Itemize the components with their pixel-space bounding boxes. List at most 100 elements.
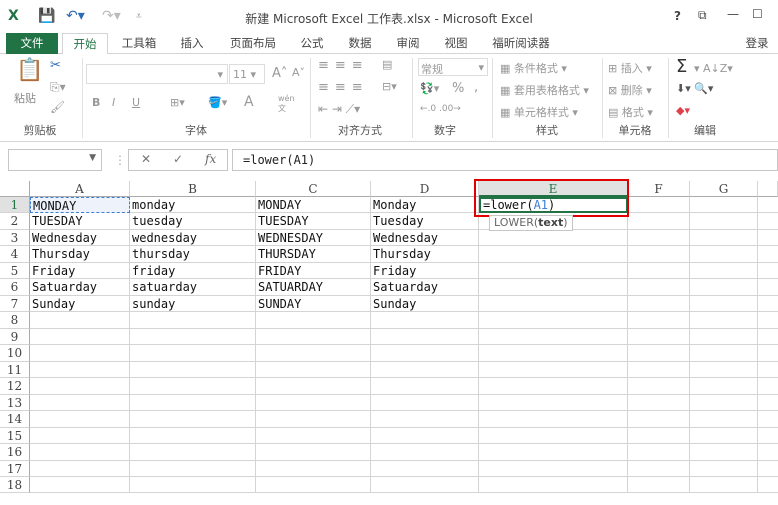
row-header-16[interactable]: 16 — [0, 444, 30, 461]
cell-g2[interactable] — [690, 213, 758, 230]
cell-e12[interactable] — [479, 378, 628, 395]
help-button[interactable]: ? — [674, 9, 681, 23]
wrap-text-icon[interactable]: ▤ — [382, 58, 392, 71]
cell-g9[interactable] — [690, 328, 758, 346]
cell-g3[interactable] — [690, 229, 758, 247]
cell-d10[interactable] — [371, 345, 479, 362]
cell-h16[interactable] — [758, 444, 778, 461]
vertical-align-icons[interactable]: ≡≡≡ — [318, 58, 369, 73]
cell-f13[interactable] — [628, 394, 690, 412]
cell-c13[interactable] — [256, 394, 371, 412]
cell-c11[interactable] — [256, 361, 371, 379]
cell-h3[interactable] — [758, 230, 778, 247]
cell-e7[interactable] — [479, 295, 628, 313]
format-as-table-button[interactable]: ▦ 套用表格格式 ▾ — [500, 82, 589, 98]
cell-b12[interactable] — [130, 378, 256, 395]
number-format-box[interactable]: 常规 ▾ — [418, 58, 488, 76]
cell-f14[interactable] — [628, 411, 690, 428]
cell-c6[interactable]: SATUARDAY — [256, 279, 371, 296]
cell-c16[interactable] — [256, 444, 371, 461]
row-header-15[interactable]: 15 — [0, 427, 30, 445]
cell-a3[interactable]: Wednesday — [30, 229, 130, 247]
format-painter-icon[interactable]: 🖌 — [50, 100, 65, 114]
cell-b1[interactable]: monday — [130, 197, 256, 214]
cell-h7[interactable] — [758, 296, 778, 313]
cell-b16[interactable] — [130, 444, 256, 461]
cell-h2[interactable] — [758, 213, 778, 230]
cell-g1[interactable] — [690, 197, 758, 214]
conditional-format-button[interactable]: ▦ 条件格式 ▾ — [500, 60, 567, 76]
paste-button[interactable]: 粘贴 — [14, 90, 36, 106]
cell-a9[interactable] — [30, 328, 130, 346]
cell-g8[interactable] — [690, 312, 758, 329]
cell-c8[interactable] — [256, 312, 371, 329]
autosum-button[interactable]: Σ — [676, 56, 687, 77]
cell-b17[interactable] — [130, 460, 256, 477]
merge-center-icon[interactable]: ⊟▾ — [382, 80, 397, 93]
cell-e3[interactable] — [479, 229, 628, 247]
cell-d5[interactable]: Friday — [371, 262, 479, 280]
cell-e5[interactable] — [479, 262, 628, 280]
cell-c9[interactable] — [256, 328, 371, 346]
cell-f15[interactable] — [628, 427, 690, 445]
cell-h12[interactable] — [758, 378, 778, 395]
cell-d13[interactable] — [371, 394, 479, 412]
cell-g17[interactable] — [690, 460, 758, 477]
cell-g6[interactable] — [690, 279, 758, 296]
ribbon-display-button[interactable]: ⧉ — [698, 8, 707, 23]
cell-b9[interactable] — [130, 328, 256, 346]
cell-a12[interactable] — [30, 378, 130, 395]
formula-input[interactable]: =lower(A1) — [232, 149, 778, 171]
cell-f5[interactable] — [628, 262, 690, 280]
cell-c5[interactable]: FRIDAY — [256, 262, 371, 280]
cell-a6[interactable]: Satuarday — [30, 279, 130, 296]
cell-c10[interactable] — [256, 345, 371, 362]
cell-g11[interactable] — [690, 361, 758, 379]
cell-a4[interactable]: Thursday — [30, 246, 130, 263]
cell-b14[interactable] — [130, 411, 256, 428]
tab-review[interactable]: 审阅 — [388, 33, 428, 54]
select-all-button[interactable] — [0, 181, 30, 197]
cell-f12[interactable] — [628, 378, 690, 395]
cell-a14[interactable] — [30, 411, 130, 428]
cell-d12[interactable] — [371, 378, 479, 395]
cell-f10[interactable] — [628, 345, 690, 362]
cell-d9[interactable] — [371, 328, 479, 346]
cell-e6[interactable] — [479, 279, 628, 296]
tab-file[interactable]: 文件 — [6, 33, 58, 54]
cell-g10[interactable] — [690, 345, 758, 362]
name-box[interactable]: ▼ — [8, 149, 102, 171]
cell-h4[interactable] — [758, 246, 778, 263]
indent-icons[interactable]: ⇤ ⇥ ⟋▾ — [318, 102, 360, 117]
font-color-button[interactable]: A — [244, 94, 254, 110]
cell-a16[interactable] — [30, 444, 130, 461]
insert-cells-button[interactable]: ⊞ 插入 ▾ — [608, 60, 652, 76]
decimal-icons[interactable]: ←.0 .00→ — [420, 104, 461, 114]
clear-icon[interactable]: ◆▾ — [676, 104, 690, 117]
cell-d17[interactable] — [371, 460, 479, 477]
cell-d4[interactable]: Thursday — [371, 246, 479, 263]
cell-a8[interactable] — [30, 312, 130, 329]
column-header-d[interactable]: D — [371, 181, 479, 197]
maximize-button[interactable]: ☐ — [752, 7, 763, 21]
tab-toolbox[interactable]: 工具箱 — [114, 33, 164, 54]
function-tooltip[interactable]: LOWER(text) — [489, 215, 573, 231]
cell-c15[interactable] — [256, 427, 371, 445]
font-name-box[interactable]: ▾ — [86, 64, 228, 84]
cell-f18[interactable] — [628, 476, 690, 494]
borders-icon[interactable]: ⊞▾ — [170, 96, 185, 109]
column-header-c[interactable]: C — [256, 181, 371, 197]
cell-styles-button[interactable]: ▦ 单元格样式 ▾ — [500, 104, 578, 120]
cell-h9[interactable] — [758, 329, 778, 346]
cell-d3[interactable]: Wednesday — [371, 229, 479, 247]
cell-c2[interactable]: TUESDAY — [256, 213, 371, 230]
percent-button[interactable]: % — [452, 81, 464, 96]
tab-data[interactable]: 数据 — [340, 33, 380, 54]
cell-e11[interactable] — [479, 361, 628, 379]
column-header-a[interactable]: A — [30, 181, 130, 197]
cell-e8[interactable] — [479, 312, 628, 329]
horizontal-align-icons[interactable]: ≡≡≡ — [318, 80, 369, 95]
cell-g12[interactable] — [690, 378, 758, 395]
row-header-11[interactable]: 11 — [0, 361, 30, 379]
cell-f11[interactable] — [628, 361, 690, 379]
